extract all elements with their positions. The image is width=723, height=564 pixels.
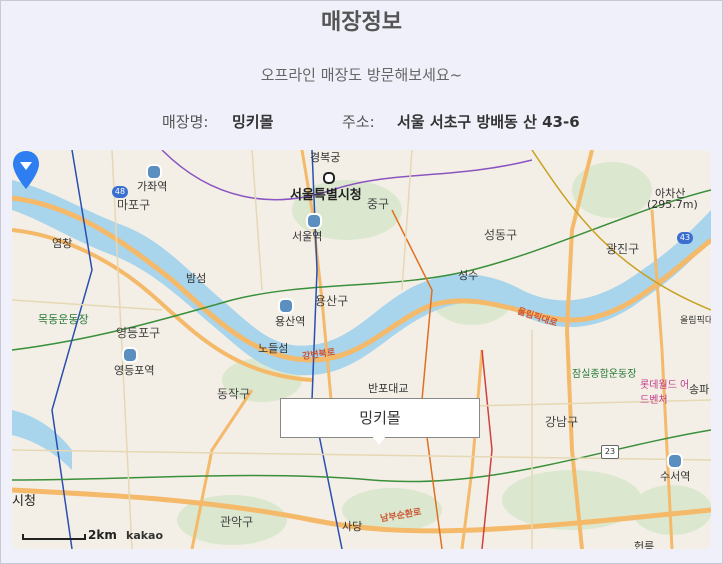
map-label-yeongdeungpo-station: 영등포역 <box>114 364 155 377</box>
route-43-shield: 43 <box>677 232 693 244</box>
map-label-suseo: 수서역 <box>660 470 691 483</box>
yongsan-station-icon <box>278 298 294 314</box>
scale-bar <box>22 534 86 540</box>
seoul-station-icon <box>306 213 322 229</box>
suseo-station-icon <box>667 453 683 469</box>
map-label-achasan-height: (295.7m) <box>647 198 698 211</box>
map-label-yeongdeungpo: 영등포구 <box>116 326 161 340</box>
scale-text: 2km <box>88 528 117 542</box>
map-label-yongsan-station: 용산역 <box>275 315 306 328</box>
map-label-jung: 중구 <box>367 197 390 211</box>
map-info-window: 밍키몰 <box>280 398 480 438</box>
map-label-siheung: 시청 <box>12 494 36 509</box>
map-label-jamsil: 잠실종합운동장 <box>572 369 637 380</box>
gajwa-station-icon <box>146 164 162 180</box>
map-label-yongsan: 용산구 <box>315 294 349 308</box>
map-label-dongjak: 동작구 <box>217 387 251 401</box>
map-label-yeomchang: 염창 <box>52 237 73 250</box>
city-hall-marker-icon <box>323 172 335 184</box>
map-label-seongdong: 성동구 <box>484 228 518 242</box>
store-info-row: 매장명: 밍키몰 주소: 서울 서초구 방배동 산 43-6 <box>0 111 723 133</box>
map-label-nodeulseom: 노들섬 <box>258 342 289 355</box>
map-label-gwangjin: 광진구 <box>606 242 640 256</box>
map-label-banpo: 반포대교 <box>368 382 409 395</box>
route-23-shield: 23 <box>601 445 619 459</box>
page-title: 매장정보 <box>321 10 402 35</box>
route-48-shield: 48 <box>112 186 128 198</box>
map-label-lotte: 롯데월드 어드벤처 <box>640 380 690 406</box>
store-address-value: 서울 서초구 방배동 산 43-6 <box>397 113 580 131</box>
info-window-pointer <box>372 436 386 445</box>
map-label-seongsu: 성수 <box>458 269 479 282</box>
kakao-logo: kakao <box>126 529 164 542</box>
map-label-sadang: 사당 <box>342 520 363 533</box>
yeongdeungpo-station-icon <box>122 347 138 363</box>
map-label-gwanak: 관악구 <box>220 515 254 529</box>
page-subtitle: 오프라인 매장도 방문해보세요~ <box>260 66 463 84</box>
map-label-gangnam: 강남구 <box>545 415 579 429</box>
store-name-value: 밍키몰 <box>232 113 274 131</box>
map-label-heolleung: 헌릉 <box>634 540 655 549</box>
store-name-label: 매장명: <box>162 113 209 131</box>
map-label-seoul-station: 서울역 <box>292 230 323 243</box>
map-label-songpa: 송파 <box>689 383 710 396</box>
map-label-mokdong: 목동운동장 <box>38 313 89 326</box>
map-label-gyeongbok: 경복궁 <box>310 151 341 164</box>
map-label-olympic: 올림픽대교 <box>680 316 711 326</box>
store-map[interactable]: 서울특별시청 경복궁 가좌역 마포구 중구 서울역 성동구 광진구 아차산 (2… <box>12 150 711 549</box>
map-label-gajwa: 가좌역 <box>137 180 168 193</box>
map-label-city-hall: 서울특별시청 <box>290 188 362 203</box>
map-label-bamseom: 밤섬 <box>186 272 207 285</box>
map-label-mapo: 마포구 <box>117 198 151 212</box>
store-location-marker-icon[interactable] <box>12 150 40 190</box>
store-address-label: 주소: <box>342 113 375 131</box>
